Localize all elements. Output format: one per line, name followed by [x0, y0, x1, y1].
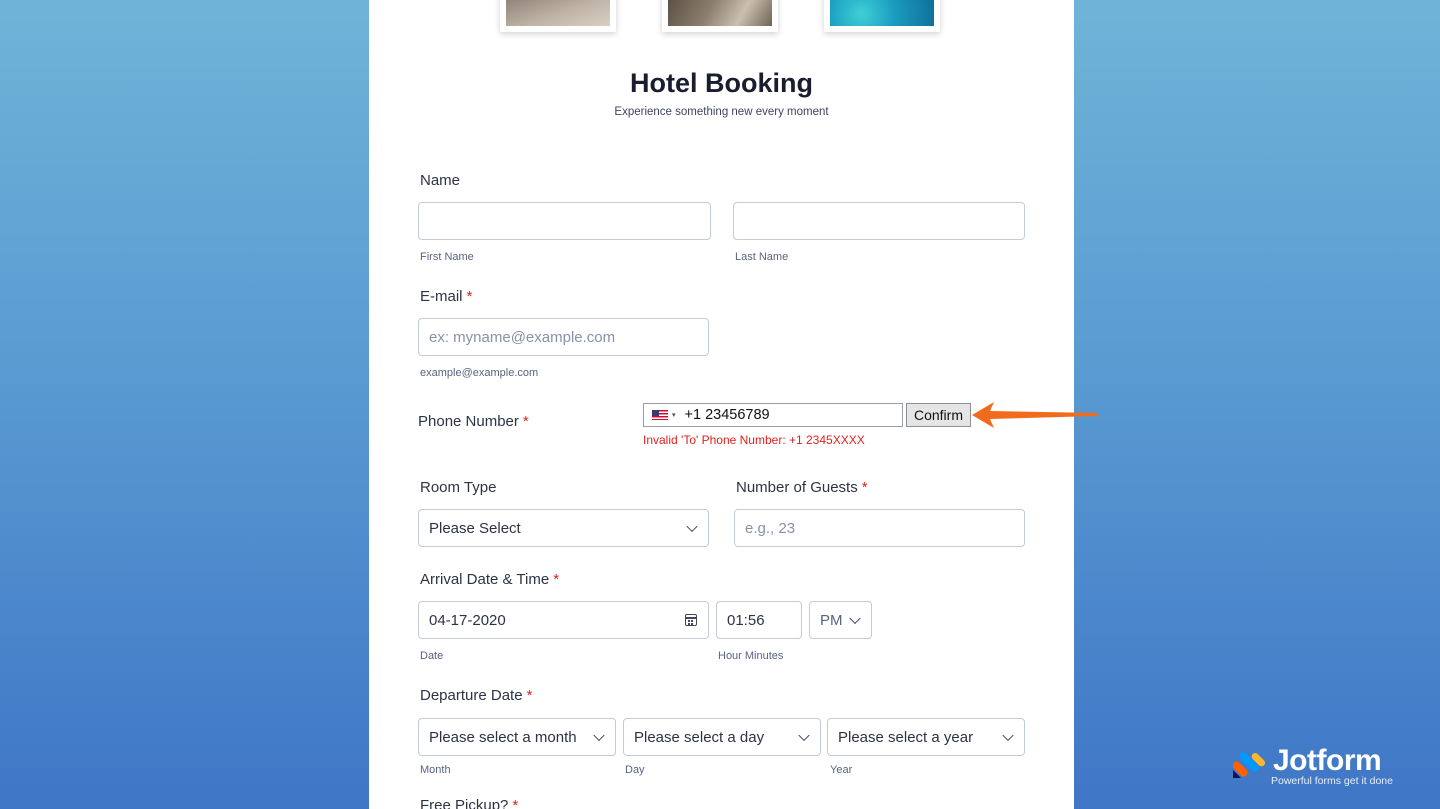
ampm-value: PM	[820, 611, 843, 629]
phone-error-message: Invalid 'To' Phone Number: +1 2345XXXX	[643, 433, 865, 447]
arrival-date-input[interactable]: 04-17-2020	[418, 601, 709, 639]
form-card: Hotel Booking Experience something new e…	[369, 0, 1074, 809]
email-label-text: E-mail	[420, 288, 463, 305]
chevron-down-icon	[593, 729, 605, 742]
arrival-label-text: Arrival Date & Time	[420, 571, 550, 588]
jotform-watermark: Jotform Powerful forms get it done	[1233, 744, 1408, 792]
first-name-input[interactable]	[418, 202, 711, 240]
form-subtitle: Experience something new every moment	[614, 106, 829, 118]
annotation-arrow-icon	[972, 402, 1097, 428]
arrival-time-input[interactable]: 01:56	[716, 601, 802, 639]
arrival-date-value: 04-17-2020	[429, 611, 506, 629]
departure-label-text: Departure Date	[420, 687, 523, 704]
ocean-photo	[824, 0, 940, 32]
departure-day-select[interactable]: Please select a day	[623, 718, 821, 756]
chevron-down-icon	[686, 520, 698, 533]
brand-name: Jotform	[1273, 744, 1382, 777]
guests-label: Number of Guests *	[736, 479, 868, 496]
calendar-icon[interactable]	[685, 614, 697, 626]
arrival-date-sublabel: Date	[420, 650, 444, 662]
brand-tagline: Powerful forms get it done	[1271, 775, 1393, 787]
phone-input[interactable]: ▾ +1 23456789	[643, 403, 903, 427]
phone-label: Phone Number *	[418, 413, 529, 430]
arrival-time-sublabel: Hour Minutes	[718, 650, 784, 662]
hotel-room-photo	[500, 0, 616, 32]
email-label: E-mail *	[420, 288, 472, 305]
country-caret-icon[interactable]: ▾	[672, 411, 676, 419]
room-type-value: Please Select	[429, 519, 521, 537]
departure-day-value: Please select a day	[634, 728, 765, 746]
departure-year-sublabel: Year	[830, 764, 853, 776]
email-sublabel: example@example.com	[420, 367, 539, 379]
departure-month-sublabel: Month	[420, 764, 451, 776]
departure-label: Departure Date *	[420, 687, 532, 704]
email-input[interactable]: ex: myname@example.com	[418, 318, 709, 356]
last-name-input[interactable]	[733, 202, 1025, 240]
first-name-sublabel: First Name	[420, 251, 474, 263]
departure-year-select[interactable]: Please select a year	[827, 718, 1025, 756]
form-title: Hotel Booking	[630, 68, 813, 98]
room-type-select[interactable]: Please Select	[418, 509, 709, 547]
required-asterisk: *	[522, 413, 529, 430]
chevron-down-icon	[1002, 729, 1014, 742]
arrival-label: Arrival Date & Time *	[420, 571, 559, 588]
chevron-down-icon	[798, 729, 810, 742]
departure-month-select[interactable]: Please select a month	[418, 718, 616, 756]
pickup-label-text: Free Pickup?	[420, 797, 509, 809]
departure-year-value: Please select a year	[838, 728, 974, 746]
jotform-logo-icon	[1233, 752, 1266, 778]
chevron-down-icon	[849, 612, 861, 625]
arrival-time-value: 01:56	[727, 611, 765, 629]
name-label: Name	[420, 172, 461, 189]
guests-input[interactable]: e.g., 23	[734, 509, 1025, 547]
phone-label-text: Phone Number	[418, 413, 519, 430]
departure-day-sublabel: Day	[625, 764, 645, 776]
email-placeholder: ex: myname@example.com	[429, 328, 616, 346]
confirm-button[interactable]: Confirm	[906, 403, 971, 427]
required-asterisk: *	[466, 288, 473, 305]
departure-month-value: Please select a month	[429, 728, 577, 746]
phone-value: +1 23456789	[684, 407, 770, 423]
required-asterisk: *	[861, 479, 868, 496]
required-asterisk: *	[526, 687, 533, 704]
ampm-select[interactable]: PM	[809, 601, 872, 639]
room-type-label: Room Type	[420, 479, 497, 496]
last-name-sublabel: Last Name	[735, 251, 789, 263]
guests-label-text: Number of Guests	[736, 479, 858, 496]
header-gallery	[369, 0, 1074, 32]
us-flag-icon[interactable]	[652, 410, 668, 420]
required-asterisk: *	[512, 797, 519, 809]
guests-placeholder: e.g., 23	[745, 519, 796, 537]
hotel-bedroom-photo	[662, 0, 778, 32]
pickup-label: Free Pickup? *	[420, 797, 518, 809]
required-asterisk: *	[553, 571, 560, 588]
